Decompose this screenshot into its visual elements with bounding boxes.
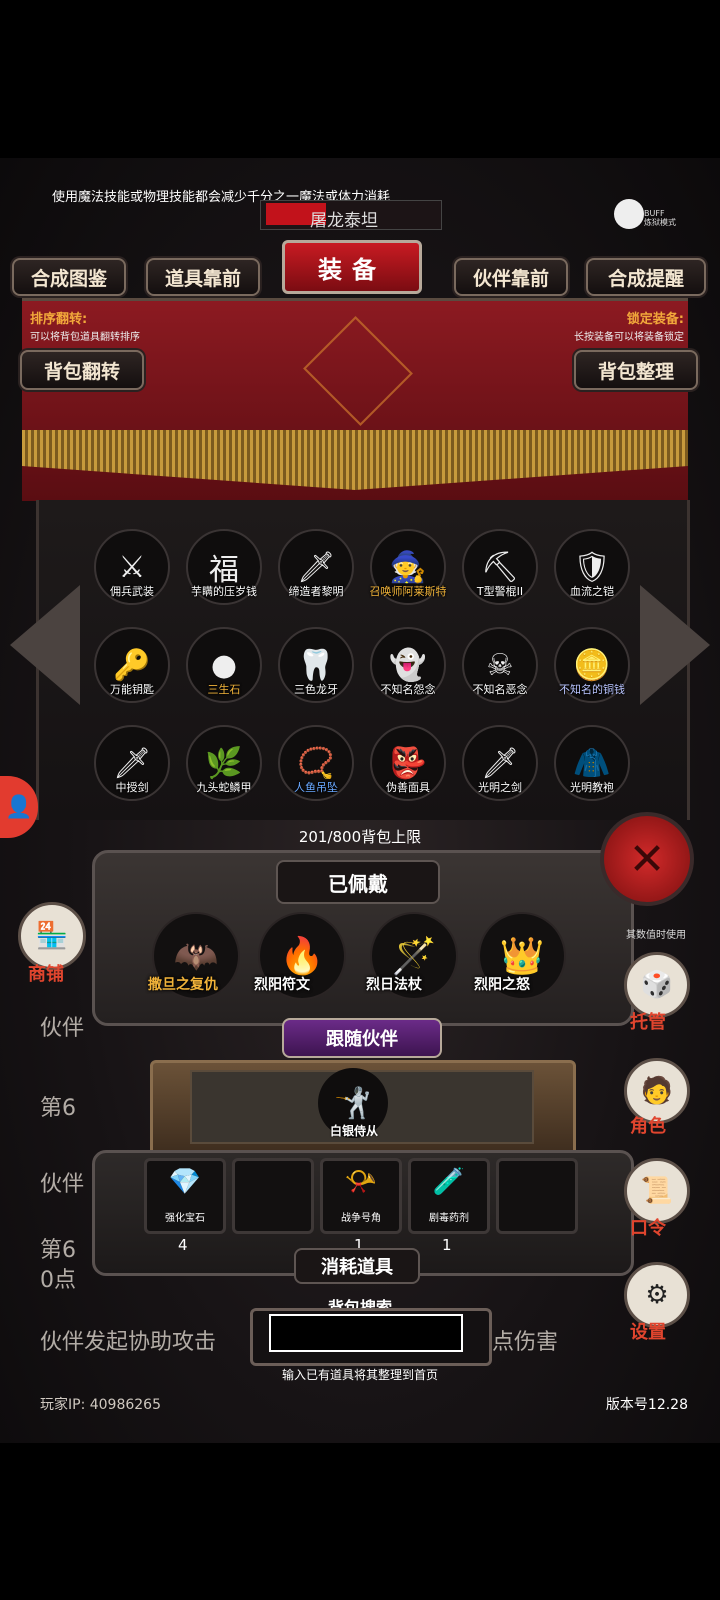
inventory-item[interactable]: 🔑 万能钥匙 (94, 627, 170, 703)
item-name: T型警棍II (476, 585, 524, 598)
companion-tab[interactable]: 跟随伙伴 (282, 1018, 442, 1058)
close-icon[interactable]: ✕ (600, 812, 694, 906)
sort-description: 可以将背包道具翻转排序 (30, 332, 140, 343)
ratio-text: 其数值时使用 (626, 930, 686, 941)
item-name: 不知名恶念 (472, 683, 528, 696)
password-label[interactable]: 口令 (630, 1214, 666, 1240)
manage-label[interactable]: 托管 (630, 1008, 666, 1034)
consumable-slot[interactable] (496, 1158, 578, 1234)
consumable-slot[interactable] (232, 1158, 314, 1234)
background-text: 点伤害 (492, 1330, 559, 1355)
prev-page-arrow-icon[interactable] (10, 585, 80, 705)
tab-synthesis-codex[interactable]: 合成图鉴 (12, 258, 126, 296)
inventory-item[interactable]: 🧥 光明教袍 (554, 725, 630, 801)
inventory-item[interactable]: ⚔ 佣兵武装 (94, 529, 170, 605)
organize-bag-button[interactable]: 背包整理 (574, 350, 698, 390)
background-text: 伙伴 (40, 1172, 85, 1197)
version-number: 版本号12.28 (605, 1397, 688, 1413)
consumable-count: 1 (442, 1236, 452, 1254)
inventory-item[interactable]: ⛏ T型警棍II (462, 529, 538, 605)
inventory-item[interactable]: ☠ 不知名恶念 (462, 627, 538, 703)
inventory-item[interactable]: ● 三生石 (186, 627, 262, 703)
item-name: 芋瞒的压岁钱 (191, 585, 257, 598)
item-name: 召唤师阿莱斯特 (369, 585, 447, 598)
item-name: 缔造者黎明 (288, 585, 344, 598)
consumable-count: 4 (178, 1236, 188, 1254)
background-text: 伙伴 (40, 1016, 85, 1041)
tab-items-first[interactable]: 道具靠前 (146, 258, 260, 296)
background-text: 第6 (40, 1238, 76, 1263)
consumable-slot[interactable]: 💎 强化宝石 (144, 1158, 226, 1234)
buff-badge: BUFF 炼狱模式 (644, 209, 676, 227)
sort-label: 排序翻转: (30, 312, 88, 327)
inventory-item[interactable]: 📿 人鱼吊坠 (278, 725, 354, 801)
inventory-item[interactable]: 👻 不知名怨念 (370, 627, 446, 703)
bag-search-input[interactable] (269, 1314, 463, 1352)
consumable-icon: 🧪 (432, 1167, 466, 1197)
inventory-item[interactable]: 福芋瞒的压岁钱 (186, 529, 262, 605)
item-name: 佣兵武装 (110, 585, 154, 598)
role-label[interactable]: 角色 (630, 1112, 666, 1138)
inventory-item[interactable]: 🪙 不知名的铜钱 (554, 627, 630, 703)
consumable-icon: 📯 (344, 1167, 378, 1197)
title-text: 屠龙泰坦 (310, 211, 378, 231)
tab-companions-first[interactable]: 伙伴靠前 (454, 258, 568, 296)
tab-synthesis-reminder[interactable]: 合成提醒 (586, 258, 706, 296)
lock-label: 锁定装备: (626, 312, 684, 327)
inventory-item[interactable]: 🌿 九头蛇鳞甲 (186, 725, 262, 801)
item-name: 血流之铠 (570, 585, 614, 598)
flip-bag-button[interactable]: 背包翻转 (20, 350, 144, 390)
consumable-slot[interactable]: 🧪 剧毒药剂 (408, 1158, 490, 1234)
background-text: 第6 (40, 1096, 76, 1121)
equipped-title: 已佩戴 (276, 860, 440, 904)
item-name: 九头蛇鳞甲 (196, 781, 252, 794)
settings-label[interactable]: 设置 (630, 1318, 666, 1344)
player-ip: 玩家IP: 40986265 (40, 1397, 161, 1413)
item-name: 不知名怨念 (380, 683, 436, 696)
item-name: 不知名的铜钱 (559, 683, 625, 696)
item-name: 人鱼吊坠 (294, 781, 338, 794)
inventory-item[interactable]: 🗡 光明之剑 (462, 725, 538, 801)
equipped-item-name: 烈日法杖 (366, 977, 422, 993)
item-name: 中授剑 (115, 781, 149, 794)
consumable-name: 强化宝石 (165, 1213, 205, 1224)
tab-equipment[interactable]: 装备 (282, 240, 422, 294)
item-name: 三生石 (207, 683, 241, 696)
lock-description: 长按装备可以将装备锁定 (574, 332, 684, 343)
item-name: 伪善面具 (386, 781, 430, 794)
next-page-arrow-icon[interactable] (640, 585, 710, 705)
inventory-item[interactable]: 🦷 三色龙牙 (278, 627, 354, 703)
inventory-item[interactable]: 🧙 召唤师阿莱斯特 (370, 529, 447, 605)
shop-label[interactable]: 商铺 (28, 960, 64, 986)
companion-name: 白银侍从 (329, 1124, 378, 1138)
inventory-item[interactable]: 🗡 中授剑 (94, 725, 170, 801)
item-name: 万能钥匙 (110, 683, 154, 696)
buff-dragon-icon (614, 199, 644, 229)
consumable-slot[interactable]: 📯 战争号角 (320, 1158, 402, 1234)
inventory-item[interactable]: 👺 伪善面具 (370, 725, 446, 801)
inventory-item[interactable]: 🛡 血流之铠 (554, 529, 630, 605)
background-text: 0点 (40, 1268, 76, 1293)
search-hint: 输入已有道具将其整理到首页 (281, 1368, 438, 1382)
inventory-item[interactable]: 🗡 缔造者黎明 (278, 529, 354, 605)
item-name: 三色龙牙 (294, 683, 338, 696)
consumables-title: 消耗道具 (294, 1248, 420, 1284)
item-name: 光明之剑 (478, 781, 522, 794)
item-name: 光明教袍 (570, 781, 614, 794)
consumable-name: 剧毒药剂 (429, 1213, 469, 1224)
consumable-name: 战争号角 (341, 1213, 381, 1224)
equipped-item-name: 撒旦之复仇 (148, 977, 218, 993)
equipped-item-name: 烈阳之怒 (474, 977, 530, 993)
background-text: 伙伴发起协助攻击 (40, 1330, 217, 1355)
consumable-icon: 💎 (168, 1167, 202, 1197)
equipped-item-name: 烈阳符文 (254, 977, 310, 993)
